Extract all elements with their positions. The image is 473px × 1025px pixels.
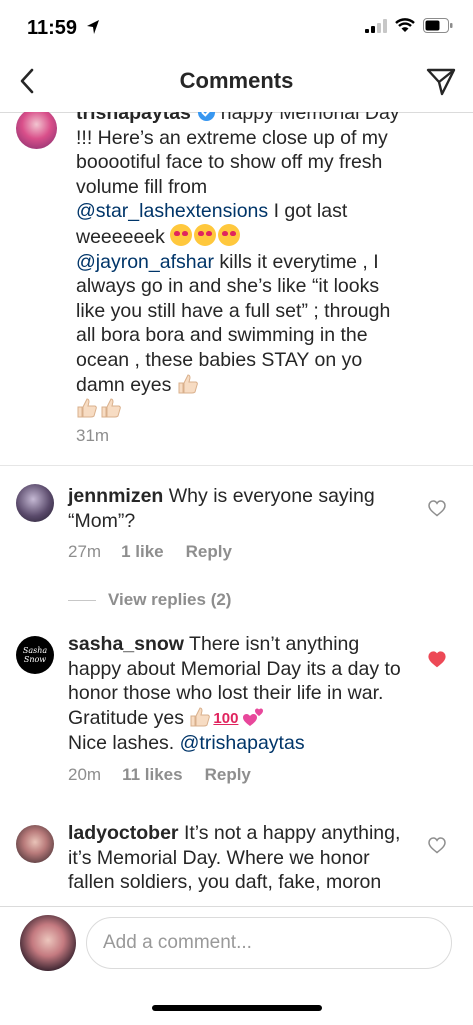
caption-text: trishapaytas happy Memorial Day !!! Here…: [76, 112, 401, 422]
page-title: Comments: [179, 68, 294, 93]
heart-eyes-emoji-icon: [218, 223, 241, 246]
caption-username[interactable]: trishapaytas: [76, 112, 191, 124]
comment-text: ladyoctober It’s not a happy anything, i…: [68, 821, 403, 895]
status-bar: 11:59: [0, 0, 473, 50]
direct-message-icon: [426, 68, 456, 96]
wifi-icon: [395, 18, 415, 32]
reply-button[interactable]: Reply: [186, 542, 232, 562]
caption-avatar[interactable]: [16, 112, 57, 149]
location-arrow-icon: [87, 20, 99, 34]
battery-icon: [423, 18, 453, 33]
comment-text: sasha_snow There isn’t anything happy ab…: [68, 632, 403, 756]
thumbs-up-emoji-icon: [178, 374, 198, 394]
share-button[interactable]: [423, 64, 459, 100]
comment-text: jennmizen Why is everyone saying “Mom”?: [68, 484, 403, 533]
status-time: 11:59: [27, 17, 78, 39]
heart-eyes-emoji-icon: [194, 223, 217, 246]
comment-username[interactable]: jennmizen: [68, 485, 163, 507]
cellular-signal-icon: [365, 18, 387, 33]
caption-divider: [0, 465, 473, 466]
comment-body-end: Nice lashes.: [68, 732, 180, 755]
view-replies-label: View replies (2): [108, 590, 232, 609]
caption-time: 31m: [76, 426, 110, 445]
comment-mention[interactable]: @trishapaytas: [180, 732, 305, 754]
view-replies-button[interactable]: View replies (2): [68, 590, 231, 610]
comment-meta: 27m 1 like Reply: [68, 542, 232, 562]
avatar-logo-text: Sasha Snow: [22, 646, 48, 664]
comment-username[interactable]: sasha_snow: [68, 633, 184, 655]
hundred-points-emoji-icon: 100: [213, 709, 239, 727]
comment-meta: 20m 11 likes Reply: [68, 765, 251, 785]
add-comment-input[interactable]: [87, 918, 433, 968]
view-replies-line: [68, 599, 96, 601]
caption-mention-jayron[interactable]: @jayron_afshar: [76, 251, 214, 273]
thumbs-up-emoji-icon: [190, 707, 211, 727]
verified-badge-icon: [198, 112, 216, 121]
caption-timestamp: 31m: [76, 426, 109, 446]
comment-time: 20m: [68, 765, 102, 784]
liked-heart-icon[interactable]: [428, 651, 446, 668]
navigation-bar: Comments: [0, 50, 473, 113]
avatar-jennmizen[interactable]: [16, 484, 54, 522]
caption-body-1: happy Memorial Day !!! Here’s an extreme…: [76, 112, 400, 198]
two-hearts-emoji-icon: [243, 708, 264, 726]
avatar-ladyoctober[interactable]: [16, 825, 54, 863]
status-icons: [365, 18, 453, 33]
current-user-avatar[interactable]: [20, 915, 76, 971]
thumbs-up-emoji-icon: [77, 398, 97, 418]
home-indicator[interactable]: [152, 1005, 322, 1011]
comment-time: 27m: [68, 542, 102, 561]
heart-eyes-emoji-icon: [170, 223, 193, 246]
thumbs-up-emoji-icon: [101, 398, 121, 418]
like-heart-icon[interactable]: [428, 837, 446, 854]
comment-input-pill[interactable]: [86, 917, 452, 969]
reply-button[interactable]: Reply: [205, 765, 251, 785]
comment-likes[interactable]: 1 like: [121, 542, 164, 562]
avatar-sasha-snow[interactable]: Sasha Snow: [16, 636, 54, 674]
like-heart-icon[interactable]: [428, 500, 446, 517]
comment-likes[interactable]: 11 likes: [122, 765, 183, 785]
comments-list[interactable]: trishapaytas happy Memorial Day !!! Here…: [0, 112, 473, 906]
comment-username[interactable]: ladyoctober: [68, 822, 179, 844]
caption-mention-star-lash[interactable]: @star_lashextensions: [76, 200, 268, 222]
